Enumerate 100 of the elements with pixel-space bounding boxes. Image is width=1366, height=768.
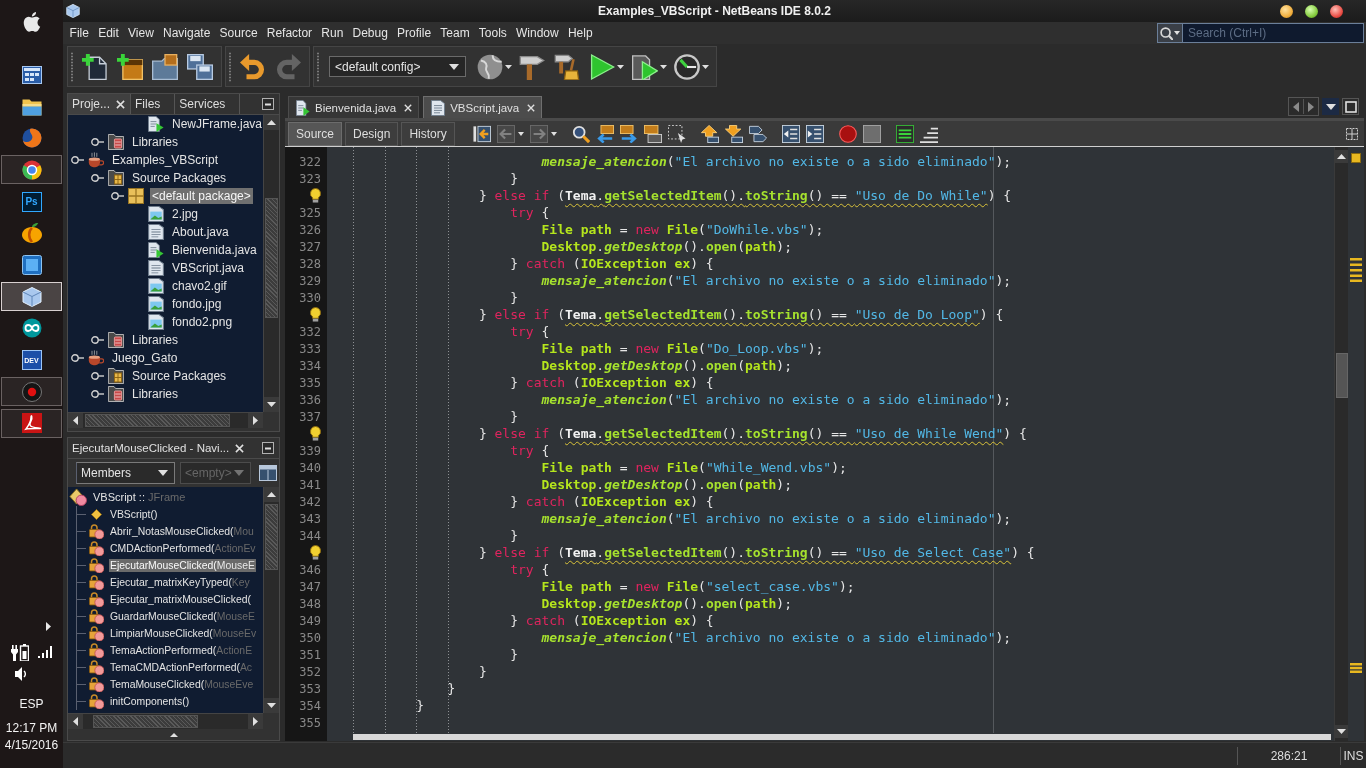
member-item[interactable]: LimpiarMouseClicked(MouseEv — [109, 627, 258, 640]
scrollbar-thumb[interactable] — [265, 198, 278, 318]
warning-status-icon[interactable] — [1351, 153, 1361, 163]
battery-icon[interactable] — [11, 643, 29, 661]
hammer-icon[interactable] — [519, 53, 545, 80]
close-icon[interactable] — [404, 103, 413, 112]
lightbulb-icon[interactable] — [310, 188, 321, 203]
expand-handle-icon[interactable] — [91, 138, 104, 146]
member-item[interactable]: TemaActionPerformed(ActionE — [109, 644, 254, 657]
window-button-icon[interactable] — [1280, 4, 1293, 18]
close-icon[interactable] — [116, 99, 125, 109]
scrollbar-thumb[interactable] — [265, 504, 278, 570]
caret-icon[interactable] — [702, 64, 709, 69]
scrollbar-thumb[interactable] — [93, 715, 198, 728]
editor-tab[interactable]: Bienvenida.java — [288, 96, 420, 118]
grip-handle[interactable] — [316, 51, 320, 82]
member-item[interactable]: GuardarMouseClicked(MouseE — [109, 610, 256, 623]
tree-item[interactable]: fondo.jpg — [170, 296, 224, 312]
arrow-left-icon[interactable] — [73, 717, 78, 726]
tree-item[interactable]: <default package> — [150, 188, 253, 204]
arrow-up-icon[interactable] — [267, 120, 276, 125]
tags-icon[interactable] — [748, 124, 767, 143]
arrow-up-icon[interactable] — [700, 124, 719, 143]
stacked-boxes-icon[interactable] — [643, 124, 662, 143]
scrollbar[interactable] — [1334, 147, 1348, 741]
class-node[interactable]: VBScript :: JFrame — [92, 490, 187, 504]
tree-item[interactable]: chavo2.gif — [170, 278, 229, 294]
volume-icon[interactable] — [15, 667, 26, 681]
arrow-down-icon[interactable] — [724, 124, 743, 143]
infinity-icon[interactable] — [21, 318, 42, 339]
floppy-disks-icon[interactable] — [186, 53, 213, 80]
arrow-right-icon[interactable] — [1308, 101, 1314, 112]
menu-item[interactable]: Source — [214, 26, 263, 40]
close-icon[interactable] — [527, 103, 536, 112]
menu-item[interactable]: Help — [563, 26, 598, 40]
scrollbar[interactable] — [263, 487, 279, 713]
close-icon[interactable] — [1330, 4, 1343, 18]
taskbar-button[interactable] — [1, 408, 62, 438]
app-tile[interactable]: Ps — [21, 191, 42, 212]
window-icon[interactable] — [21, 64, 42, 85]
editor-tab[interactable]: VBScript.java — [423, 96, 543, 118]
panel-tab[interactable]: Services — [175, 94, 241, 114]
member-item[interactable]: Abrir_NotasMouseClicked(Mou — [109, 525, 255, 538]
expand-handle-icon[interactable] — [91, 372, 104, 380]
tile-icon[interactable] — [21, 254, 42, 275]
tree-item[interactable]: fondo2.png — [170, 314, 235, 330]
globe-icon[interactable] — [21, 128, 42, 149]
split-view-icon[interactable] — [1346, 127, 1358, 140]
tree-item[interactable]: Bienvenida.java — [170, 242, 259, 258]
scrollbar[interactable] — [263, 115, 279, 412]
menu-item[interactable]: Team — [435, 26, 475, 40]
panel-tab[interactable]: Files — [131, 94, 176, 114]
search-icon[interactable] — [571, 124, 590, 143]
menu-item[interactable]: View — [123, 26, 159, 40]
expand-handle-icon[interactable] — [91, 390, 104, 398]
language-indicator[interactable]: ESP — [19, 697, 44, 711]
arrow-up-icon[interactable] — [267, 492, 276, 497]
arrow-left-icon[interactable] — [1293, 101, 1299, 112]
menu-item[interactable]: Debug — [347, 26, 393, 40]
arrow-box-icon[interactable] — [472, 124, 491, 143]
panel-tab[interactable]: Proje... — [68, 94, 131, 114]
menu-item[interactable]: Navigate — [158, 26, 215, 40]
expand-handle-icon[interactable] — [71, 156, 84, 164]
search-options-button[interactable] — [1157, 23, 1182, 43]
grip-handle[interactable] — [70, 51, 74, 82]
globe-icon[interactable] — [476, 53, 503, 80]
caret-icon[interactable] — [504, 64, 512, 69]
caret-icon[interactable] — [659, 64, 667, 69]
play-document-icon[interactable] — [631, 53, 658, 80]
member-item[interactable]: Ejecutar_matrixKeyTyped(Key — [109, 576, 251, 589]
arrow-up-icon[interactable] — [169, 732, 178, 737]
maximize-icon[interactable] — [1344, 100, 1357, 113]
arrow-down-icon[interactable] — [267, 402, 276, 407]
tree-item[interactable]: Libraries — [130, 386, 181, 402]
clock-date[interactable]: 4/15/2016 — [4, 738, 59, 752]
expand-handle-icon[interactable] — [71, 354, 84, 362]
menu-item[interactable]: Window — [511, 26, 564, 40]
comment-lines-icon[interactable] — [895, 124, 914, 143]
arrow-down-icon[interactable] — [267, 703, 276, 708]
member-item[interactable]: VBScript() — [109, 508, 159, 521]
tree-item[interactable]: VBScript.java — [170, 260, 247, 276]
lightbulb-icon[interactable] — [310, 307, 321, 322]
fruit-icon[interactable] — [21, 223, 42, 244]
box-right-arrow-icon[interactable] — [619, 124, 638, 143]
close-icon[interactable] — [235, 443, 245, 453]
arrow-right-icon[interactable] — [253, 416, 258, 425]
play-icon[interactable] — [589, 53, 615, 80]
view-tab[interactable]: Design — [345, 121, 399, 146]
arrow-down-icon[interactable] — [1337, 729, 1346, 734]
tree-item[interactable]: Libraries — [130, 134, 181, 150]
scrollbar-thumb[interactable] — [353, 734, 1331, 740]
scrollbar[interactable] — [68, 412, 263, 428]
warning-marks-icon[interactable] — [1350, 258, 1362, 282]
signal-icon[interactable] — [38, 646, 52, 658]
menu-item[interactable]: Refactor — [262, 26, 317, 40]
gauge-icon[interactable] — [674, 53, 700, 80]
scrollbar[interactable] — [68, 713, 263, 729]
stop-icon[interactable] — [862, 124, 881, 143]
view-dropdown[interactable]: Members — [76, 462, 175, 484]
member-item[interactable]: EjecutarMouseClicked(MouseE — [109, 559, 256, 572]
